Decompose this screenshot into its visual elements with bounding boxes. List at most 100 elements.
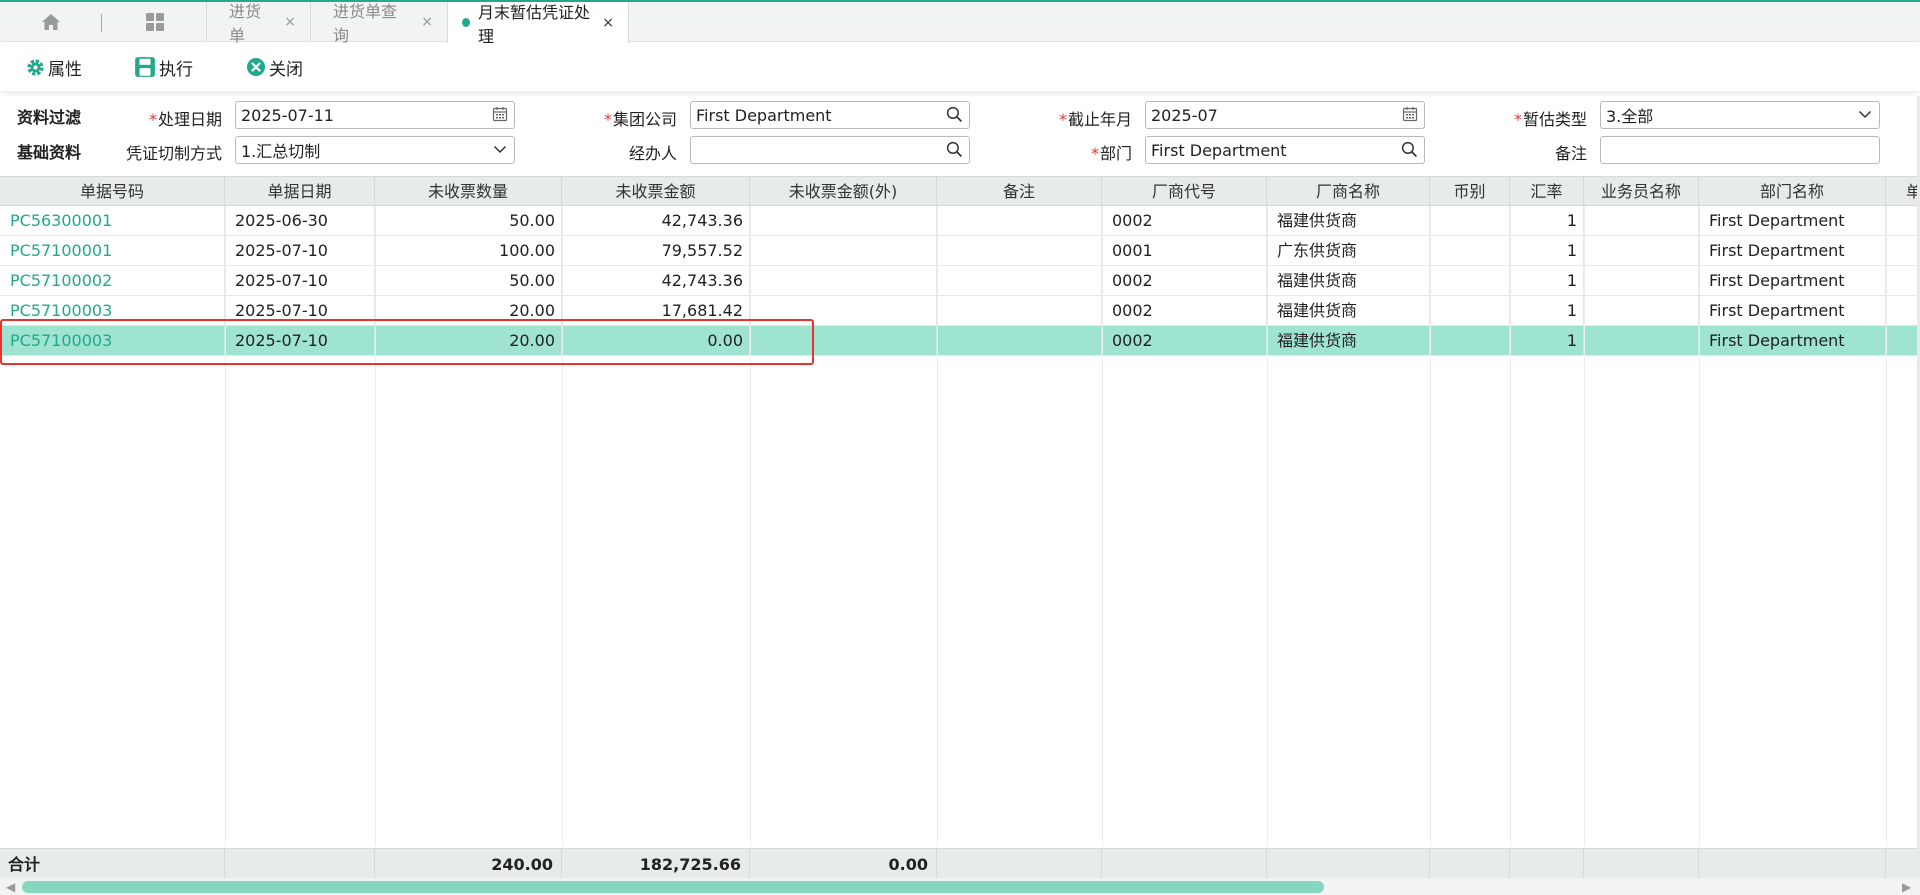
vendor-name-cell: 福建供货商: [1267, 326, 1430, 356]
column-divider: [937, 206, 938, 846]
tab-month-end-estimate[interactable]: 月末暂估凭证处理 ×: [447, 2, 629, 46]
home-icon[interactable]: [28, 2, 74, 42]
cutoff-month-field[interactable]: 2025-07: [1145, 101, 1425, 129]
table-row[interactable]: PC57100003 2025-07-10 20.00 17,681.42 0002 福建…: [0, 296, 1920, 326]
column-header[interactable]: 备注: [937, 177, 1102, 206]
remark-cell: [937, 296, 1102, 326]
save-icon: [135, 57, 155, 77]
group-company-field[interactable]: First Department: [690, 101, 970, 129]
department-name-cell: First Department: [1699, 326, 1886, 356]
voucher-split-select[interactable]: 1.汇总切制: [235, 136, 515, 164]
doc-number-cell[interactable]: PC57100003: [0, 296, 225, 326]
tab-purchase-order[interactable]: 进货单 ×: [206, 2, 310, 45]
properties-button[interactable]: 属性: [26, 43, 82, 91]
doc-number-cell[interactable]: PC57100003: [0, 326, 225, 356]
uninvoiced-amount-cell: 79,557.52: [562, 236, 750, 266]
remark-label: 备注: [1554, 144, 1587, 163]
calendar-icon: [1402, 107, 1418, 122]
totals-row: 合计 240.00 182,725.66 0.00: [0, 848, 1920, 881]
column-header[interactable]: 币别: [1430, 177, 1510, 206]
uninvoiced-amount-cell: 0.00: [562, 326, 750, 356]
section-filter-title: 资料过滤: [17, 108, 82, 127]
column-divider: [1584, 206, 1585, 846]
uninvoiced-amount-foreign-cell: [750, 326, 937, 356]
doc-number-cell[interactable]: PC57100002: [0, 266, 225, 296]
total-amount-foreign: 0.00: [750, 849, 937, 881]
table-row[interactable]: PC57100001 2025-07-10 100.00 79,557.52 0001 广…: [0, 236, 1920, 266]
column-header[interactable]: 单: [1886, 177, 1920, 206]
currency-cell: [1430, 326, 1510, 356]
search-icon: [946, 106, 963, 123]
column-header[interactable]: 部门名称: [1699, 177, 1886, 206]
column-header[interactable]: 单据号码: [0, 177, 225, 206]
vendor-code-cell: 0002: [1102, 326, 1267, 356]
uninvoiced-qty-cell: 20.00: [375, 296, 562, 326]
remark-field[interactable]: [1600, 136, 1880, 164]
column-divider: [750, 206, 751, 846]
remark-cell: [937, 266, 1102, 296]
uninvoiced-amount-foreign-cell: [750, 236, 937, 266]
estimate-type-select[interactable]: 3.全部: [1600, 101, 1880, 129]
cutoff-month-label: *截止年月: [1058, 110, 1132, 129]
scroll-left-arrow-icon[interactable]: ◀: [6, 880, 15, 894]
tab-separator: [101, 14, 102, 32]
column-divider: [1430, 206, 1431, 846]
column-header[interactable]: 厂商代号: [1102, 177, 1267, 206]
grid-icon[interactable]: [132, 2, 178, 42]
column-header[interactable]: 未收票金额: [562, 177, 750, 206]
uninvoiced-qty-cell: 100.00: [375, 236, 562, 266]
vendor-name-cell: 福建供货商: [1267, 266, 1430, 296]
column-header[interactable]: 业务员名称: [1584, 177, 1699, 206]
uninvoiced-qty-cell: 20.00: [375, 326, 562, 356]
extra-cell: [1886, 206, 1920, 236]
scroll-right-arrow-icon[interactable]: ▶: [1902, 880, 1911, 894]
active-dot-icon: [462, 18, 471, 27]
tab-purchase-order-query[interactable]: 进货单查询 ×: [310, 2, 447, 45]
properties-label: 属性: [48, 59, 82, 80]
exchange-rate-cell: 1: [1510, 206, 1584, 236]
column-header[interactable]: 未收票金额(外): [750, 177, 937, 206]
close-icon[interactable]: ×: [284, 14, 296, 30]
vendor-name-cell: 广东供货商: [1267, 236, 1430, 266]
column-header[interactable]: 汇率: [1510, 177, 1584, 206]
department-name-cell: First Department: [1699, 266, 1886, 296]
doc-number-cell[interactable]: PC57100001: [0, 236, 225, 266]
table-row[interactable]: PC56300001 2025-06-30 50.00 42,743.36 0002 福建…: [0, 206, 1920, 236]
close-icon[interactable]: ×: [602, 15, 614, 31]
horizontal-scrollbar[interactable]: ◀ ▶: [0, 878, 1920, 895]
scrollbar-thumb[interactable]: [22, 881, 1324, 893]
column-divider: [225, 206, 226, 846]
total-empty-cell: [1430, 849, 1510, 881]
column-divider: [375, 206, 376, 846]
column-divider: [1267, 206, 1268, 846]
process-date-field[interactable]: 2025-07-11: [235, 101, 515, 129]
close-icon[interactable]: ×: [421, 14, 433, 30]
vendor-code-cell: 0002: [1102, 296, 1267, 326]
total-empty-cell: [225, 849, 375, 881]
department-field[interactable]: First Department: [1145, 136, 1425, 164]
column-header[interactable]: 单据日期: [225, 177, 375, 206]
column-header[interactable]: 厂商名称: [1267, 177, 1430, 206]
execute-button[interactable]: 执行: [134, 43, 193, 91]
remark-cell: [937, 206, 1102, 236]
total-empty-cell: [1267, 849, 1430, 881]
vendor-code-cell: 0002: [1102, 206, 1267, 236]
doc-date-cell: 2025-06-30: [225, 206, 375, 236]
vendor-code-cell: 0002: [1102, 266, 1267, 296]
doc-number-cell[interactable]: PC56300001: [0, 206, 225, 236]
section-basic-title: 基础资料: [17, 143, 82, 162]
column-header[interactable]: 未收票数量: [375, 177, 562, 206]
uninvoiced-amount-foreign-cell: [750, 266, 937, 296]
exchange-rate-cell: 1: [1510, 236, 1584, 266]
salesperson-cell: [1584, 326, 1699, 356]
doc-date-cell: 2025-07-10: [225, 296, 375, 326]
extra-cell: [1886, 326, 1920, 356]
table-row[interactable]: PC57100003 2025-07-10 20.00 0.00 0002 福建供货商 1 F…: [0, 326, 1920, 356]
currency-cell: [1430, 296, 1510, 326]
table-row[interactable]: PC57100002 2025-07-10 50.00 42,743.36 0002 福建…: [0, 266, 1920, 296]
uninvoiced-qty-cell: 50.00: [375, 266, 562, 296]
close-button[interactable]: 关闭: [246, 43, 303, 91]
doc-date-cell: 2025-07-10: [225, 236, 375, 266]
extra-cell: [1886, 296, 1920, 326]
handler-field[interactable]: [690, 136, 970, 164]
